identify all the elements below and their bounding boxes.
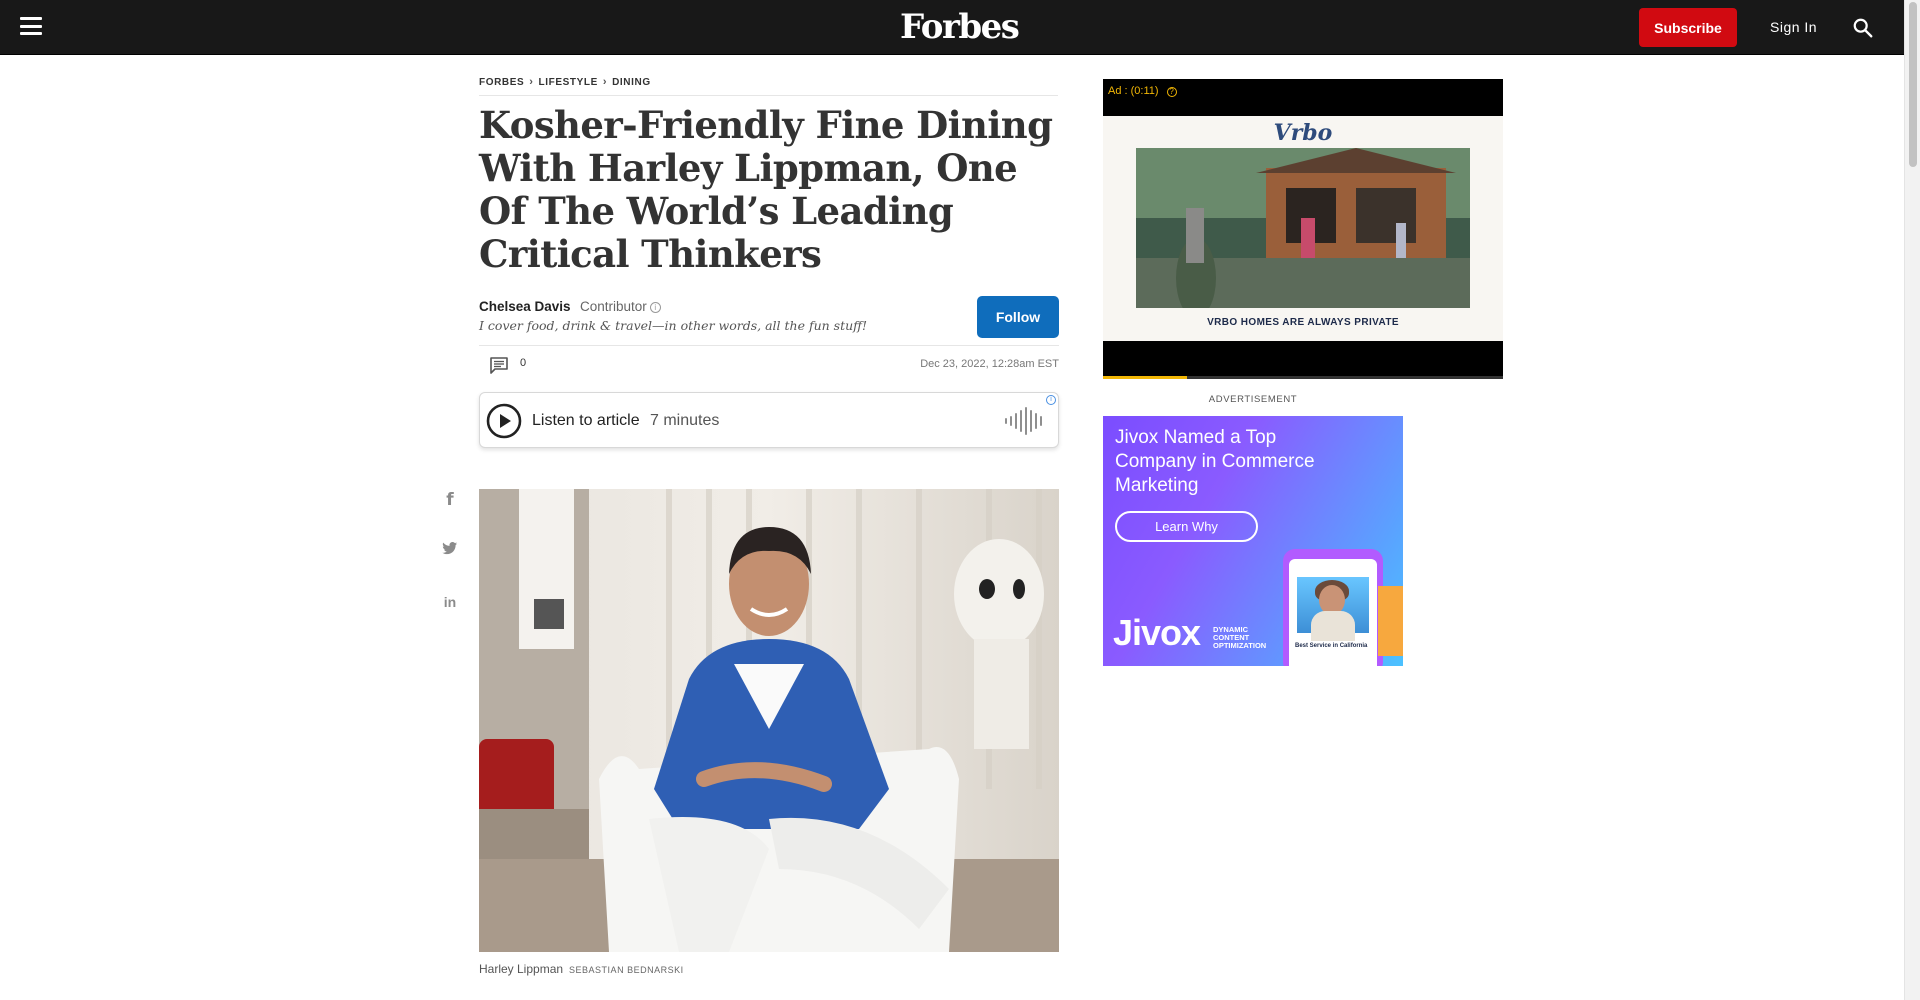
help-icon[interactable]: ?	[1166, 87, 1177, 97]
phone-caption: Best Service in California	[1295, 643, 1368, 649]
author-role-label: Contributor	[580, 299, 647, 314]
jivox-headline: Jivox Named a Top Company in Commerce Ma…	[1115, 427, 1315, 496]
jivox-tagline: DYNAMIC CONTENT OPTIMIZATION	[1213, 625, 1267, 650]
hero-photo	[479, 489, 1059, 952]
author-role: Contributor i	[580, 299, 661, 314]
comment-icon[interactable]	[490, 357, 508, 374]
page-scrollbar[interactable]	[1904, 0, 1920, 1000]
portrait-illustration	[479, 489, 1059, 952]
article-headline: Kosher-Friendly Fine Dining With Harley …	[479, 103, 1053, 276]
jivox-display-ad[interactable]: Jivox Named a Top Company in Commerce Ma…	[1103, 416, 1403, 666]
sign-in-link[interactable]: Sign In	[1770, 19, 1817, 35]
subscribe-button[interactable]: Subscribe	[1639, 8, 1737, 47]
search-icon[interactable]	[1852, 17, 1874, 39]
forbes-logo[interactable]: Forbes	[900, 6, 1020, 48]
video-ad[interactable]: Ad : (0:11)? Vrbo VRBO HOMES ARE ALWAYS …	[1103, 79, 1503, 379]
top-navigation-bar: Forbes Subscribe Sign In	[0, 0, 1904, 55]
scrollbar-thumb[interactable]	[1909, 2, 1917, 167]
chevron-right-icon: ›	[529, 76, 534, 88]
play-icon[interactable]	[486, 403, 522, 439]
breadcrumb-forbes[interactable]: FORBES	[479, 77, 524, 88]
side-card	[1378, 586, 1403, 656]
vrbo-tagline: VRBO HOMES ARE ALWAYS PRIVATE	[1207, 317, 1399, 328]
follow-button[interactable]: Follow	[977, 296, 1059, 338]
photo-credit: SEBASTIAN BEDNARSKI	[569, 965, 684, 975]
hamburger-menu-icon[interactable]	[20, 17, 42, 35]
listen-to-article-player[interactable]: Listen to article 7 minutes i	[479, 392, 1059, 448]
vrbo-ad-frame[interactable]: Vrbo VRBO HOMES ARE ALWAYS PRIVATE	[1103, 116, 1503, 341]
twitter-icon[interactable]	[440, 542, 460, 594]
info-icon[interactable]: i	[649, 302, 661, 313]
learn-why-button[interactable]: Learn Why	[1115, 511, 1258, 542]
caption-text: Harley Lippman	[479, 962, 564, 976]
facebook-icon[interactable]: f	[440, 490, 460, 542]
ad-timer: Ad : (0:11)?	[1108, 85, 1177, 97]
adchoices-icon[interactable]: i	[1046, 395, 1056, 405]
audio-waveform-icon	[1005, 407, 1042, 435]
vrbo-cabin-photo	[1136, 148, 1470, 308]
jivox-logo: Jivox	[1113, 612, 1201, 653]
advertisement-label: ADVERTISEMENT	[1208, 394, 1298, 405]
chevron-right-icon: ›	[602, 76, 608, 88]
vrbo-logo: Vrbo	[1273, 120, 1333, 146]
breadcrumb-lifestyle[interactable]: LIFESTYLE	[539, 77, 598, 88]
listen-label: Listen to article	[532, 412, 640, 429]
share-bar: f in	[440, 490, 460, 646]
author-name[interactable]: Chelsea Davis	[479, 299, 571, 314]
article-meta-row: 0 Dec 23, 2022, 12:28am EST	[479, 345, 1059, 385]
breadcrumb-dining[interactable]: DINING	[612, 77, 651, 88]
publish-date: Dec 23, 2022, 12:28am EST	[920, 358, 1059, 370]
ad-progress-bar	[1103, 376, 1503, 379]
phone-mockup: Best Service in California	[1283, 549, 1383, 666]
listen-duration: 7 minutes	[650, 412, 720, 429]
phone-screen: Best Service in California	[1289, 559, 1377, 666]
author-bio: I cover food, drink & travel—in other wo…	[479, 318, 868, 333]
phone-photo	[1297, 577, 1369, 641]
breadcrumb: FORBES › LIFESTYLE › DINING	[479, 76, 1058, 96]
linkedin-icon[interactable]: in	[440, 594, 460, 646]
comment-count[interactable]: 0	[520, 357, 526, 369]
photo-caption: Harley Lippman SEBASTIAN BEDNARSKI	[479, 962, 684, 976]
phone-person-body	[1311, 611, 1355, 641]
ad-timer-text: Ad : (0:11)	[1108, 85, 1159, 97]
ad-progress-fill	[1103, 376, 1187, 379]
